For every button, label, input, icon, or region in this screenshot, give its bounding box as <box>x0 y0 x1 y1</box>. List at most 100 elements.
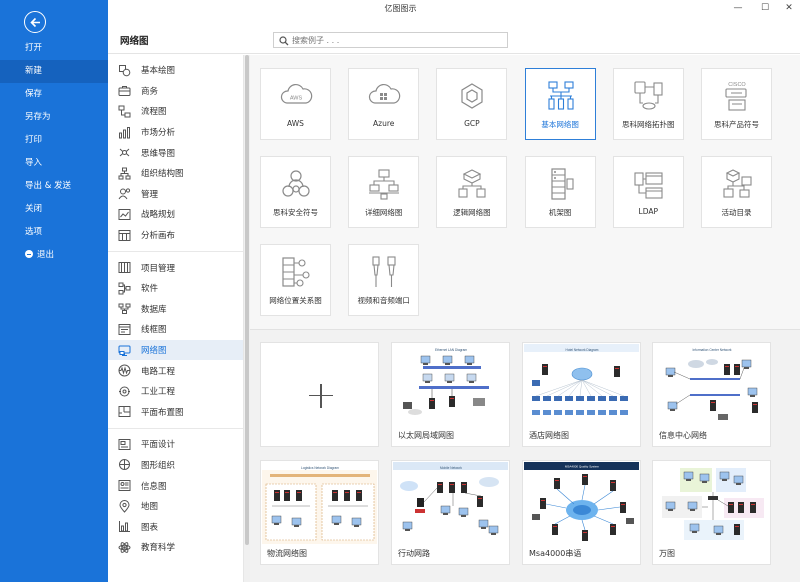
category-item[interactable]: 项目管理 <box>108 257 243 278</box>
category-item[interactable]: 平面布置图 <box>108 402 243 423</box>
category-item[interactable]: 图形组织 <box>108 455 243 476</box>
category-item[interactable]: 商务 <box>108 81 243 102</box>
template-card[interactable]: 逻辑网络图 <box>436 156 508 228</box>
category-label: 信息图 <box>141 481 167 492</box>
example-card[interactable]: Mobile Network 行动网路 <box>391 460 510 565</box>
category-item[interactable]: 数据库 <box>108 299 243 320</box>
menu-import[interactable]: 导入 <box>0 152 108 175</box>
infographic-icon <box>118 479 131 492</box>
category-item[interactable]: 组织结构图 <box>108 163 243 184</box>
category-label: 数据库 <box>141 304 167 315</box>
management-icon <box>118 187 131 200</box>
search-box[interactable] <box>273 32 508 48</box>
example-card[interactable]: Information Center Network 信息中心网络 <box>652 342 771 447</box>
example-card[interactable]: MSA4000 Quality System Msa4000串语 <box>522 460 641 565</box>
back-button[interactable] <box>24 11 46 33</box>
menu-print[interactable]: 打印 <box>0 129 108 152</box>
example-thumbnail: Logistics Network Diagram <box>262 462 377 544</box>
template-label: 逻辑网络图 <box>453 208 491 217</box>
menu-export-send[interactable]: 导出 & 发送 <box>0 175 108 198</box>
category-item[interactable]: 图表 <box>108 516 243 537</box>
file-menu-sidebar: 打开 新建 保存 另存为 打印 导入 导出 & 发送 关闭 选项 退出 <box>0 0 108 582</box>
new-blank-diagram-button[interactable] <box>260 342 379 447</box>
graphic-organizer-icon <box>118 458 131 471</box>
template-card[interactable]: 思科网络拓扑图 <box>612 68 684 140</box>
minimize-button[interactable]: — <box>727 0 749 18</box>
menu-save[interactable]: 保存 <box>0 83 108 106</box>
category-item[interactable]: 分析画布 <box>108 225 243 246</box>
template-card[interactable]: 视频和音频端口 <box>348 244 420 316</box>
category-item[interactable]: 电路工程 <box>108 360 243 381</box>
template-card[interactable]: 思科安全符号 <box>260 156 331 228</box>
category-label: 工业工程 <box>141 387 176 398</box>
svg-text:Information Center Network: Information Center Network <box>693 348 732 352</box>
category-label: 思维导图 <box>141 148 176 159</box>
search-input[interactable] <box>292 34 502 46</box>
example-card[interactable]: Ethernet LAN Diagram 以太网局域网图 <box>391 342 510 447</box>
maximize-button[interactable]: ☐ <box>754 0 776 18</box>
template-label: GCP <box>464 119 480 128</box>
template-card[interactable]: LDAP <box>612 156 684 228</box>
close-window-button[interactable]: ✕ <box>778 0 800 18</box>
template-card[interactable]: 网络位置关系图 <box>260 244 331 316</box>
category-item[interactable]: 教育科学 <box>108 537 243 558</box>
category-item[interactable]: 工业工程 <box>108 381 243 402</box>
template-card[interactable]: 详细网络图 <box>348 156 420 228</box>
menu-exit[interactable]: 退出 <box>0 244 108 267</box>
template-label: 思科产品符号 <box>714 120 759 129</box>
category-item[interactable]: 网络图 <box>108 339 243 361</box>
category-group-design: 平面设计 图形组织信息图地图 图表 教育科学 <box>108 429 243 564</box>
category-item[interactable]: 战略规划 <box>108 204 243 225</box>
template-label: Azure <box>373 119 395 128</box>
template-label: AWS <box>287 119 304 128</box>
briefcase-icon <box>118 84 131 97</box>
example-card[interactable]: 万图 <box>652 460 771 565</box>
category-scrollbar-thumb[interactable] <box>245 55 249 545</box>
menu-save-as[interactable]: 另存为 <box>0 106 108 129</box>
template-card[interactable]: CISCO 思科产品符号 <box>701 68 772 140</box>
aws-cloud-icon: AWS <box>279 79 313 113</box>
search-icon <box>279 36 289 46</box>
category-group-general: 基本绘图 商务 流程图 市场分析思维导图组织结构图管理 战略规划 分析画布 <box>108 55 243 253</box>
menu-close[interactable]: 关闭 <box>0 198 108 221</box>
gcp-hexagon-icon <box>455 79 489 113</box>
svg-text:CISCO: CISCO <box>728 82 746 88</box>
menu-options[interactable]: 选项 <box>0 221 108 244</box>
template-card[interactable]: 基本网络图 <box>524 68 596 140</box>
category-item[interactable]: 基本绘图 <box>108 60 243 81</box>
template-card[interactable]: 机架图 <box>524 156 596 228</box>
category-label: 组织结构图 <box>141 169 184 180</box>
template-label: LDAP <box>638 207 659 216</box>
category-label: 线框图 <box>141 325 167 336</box>
example-card[interactable]: Hotel Network Diagram 酒店网络图 <box>522 342 641 447</box>
template-card[interactable]: GCP <box>436 68 508 140</box>
svg-text:MSA4000 Quality System: MSA4000 Quality System <box>565 465 600 469</box>
title-bar: 亿图图示 — ☐ ✕ <box>108 0 800 18</box>
example-card[interactable]: Logistics Network Diagram 物流网络图 <box>260 460 379 565</box>
template-card[interactable]: AWS AWS <box>260 68 331 140</box>
category-item[interactable]: 线框图 <box>108 319 243 340</box>
template-card[interactable]: 活动目录 <box>701 156 772 228</box>
category-item[interactable]: 市场分析 <box>108 122 243 143</box>
network-icon <box>118 344 131 357</box>
window-title: 亿图图示 <box>384 4 417 13</box>
category-item[interactable]: 流程图 <box>108 101 243 122</box>
category-item[interactable]: 地图 <box>108 496 243 517</box>
category-item[interactable]: 信息图 <box>108 475 243 496</box>
template-card[interactable]: Azure <box>348 68 420 140</box>
bar-chart-icon <box>118 126 131 139</box>
template-label: 机架图 <box>548 208 572 217</box>
category-group-engineering: 项目管理 软件数据库线框图网络图 电路工程工业工程平面布置图 <box>108 252 243 430</box>
category-item[interactable]: 平面设计 <box>108 434 243 455</box>
category-item[interactable]: 思维导图 <box>108 142 243 163</box>
category-item[interactable]: 管理 <box>108 184 243 205</box>
template-panel: AWS AWS Azure GCP 基本网络图 思科网络拓扑图 CISCO 思科产品符号思科安… <box>250 55 800 330</box>
org-chart-icon <box>118 167 131 180</box>
menu-new[interactable]: 新建 <box>0 60 108 83</box>
template-label: 基本网络图 <box>541 120 579 129</box>
category-item[interactable]: 软件 <box>108 278 243 299</box>
menu-open[interactable]: 打开 <box>0 37 108 60</box>
active-directory-icon <box>720 167 754 201</box>
content-header: 网络图 <box>108 18 800 54</box>
arrow-left-icon <box>30 17 40 28</box>
